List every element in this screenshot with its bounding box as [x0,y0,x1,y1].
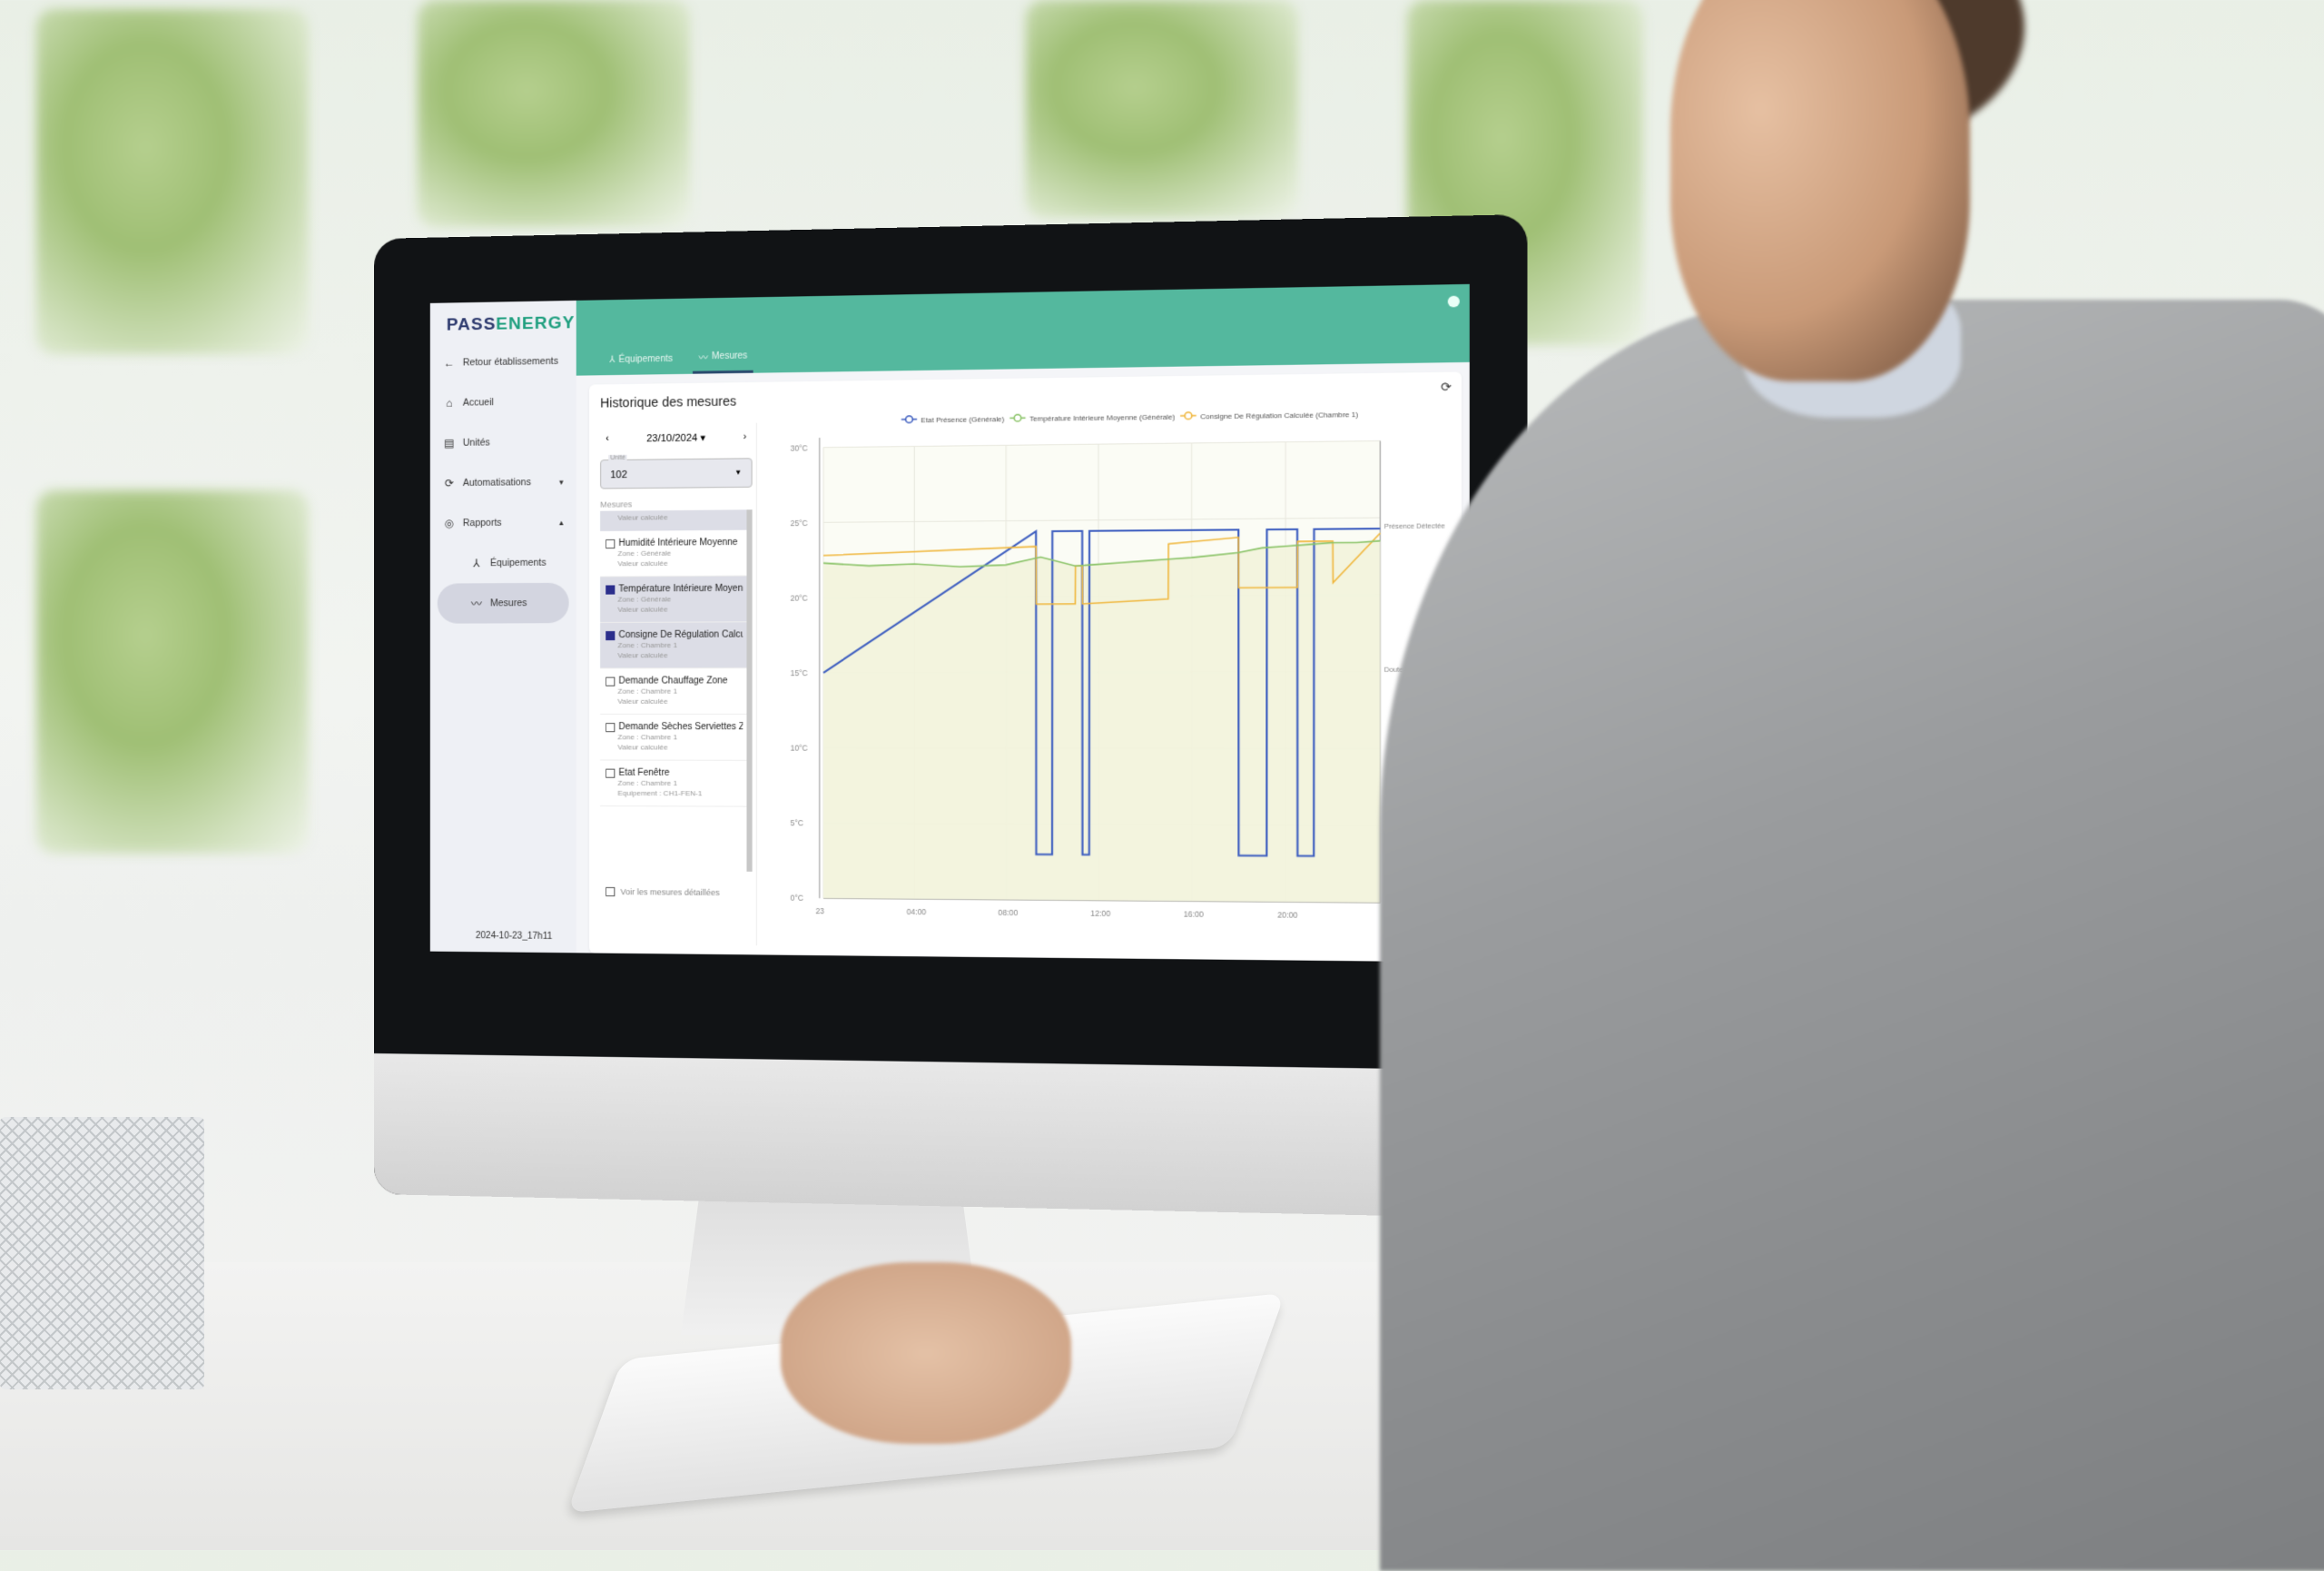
report-icon: ◎ [443,517,456,529]
x-tick-label: 20:00 [1277,911,1298,920]
person-body [1380,300,2324,1571]
filter-panel: ‹ 23/10/2024 ▾ › Unité 102 ▼ Mesures Val… [596,423,757,946]
equipment-icon: ⅄ [609,354,615,364]
legend-marker [1185,412,1192,420]
measures-chart: Etat Présence (Générale) Température Inté… [765,400,1452,953]
back-to-establishments[interactable]: ← Retour établissements [430,341,576,383]
chevron-up-icon[interactable]: ▴ [559,518,564,528]
monitor-chin [374,1053,1527,1219]
prev-day-button[interactable]: ‹ [606,433,609,444]
chart-line-icon: 〰 [470,596,483,611]
checkbox[interactable] [606,723,615,732]
top-bar: ⅄ Équipements 〰 Mesures [576,284,1470,376]
checkbox-checked[interactable] [606,585,615,594]
x-tick-label: 08:00 [999,908,1019,916]
legend-marker [1014,414,1021,421]
arrow-left-icon: ← [443,357,456,370]
history-card: Historique des mesures ⟳ ‹ 23/10/2024 ▾ … [589,371,1462,962]
checkbox[interactable] [606,887,615,896]
automation-icon: ⟳ [443,477,456,489]
list-item[interactable]: Demande Sèches Serviettes Z... Zone : Ch… [600,715,746,761]
list-item[interactable]: Température Intérieure Moyen... Zone : G… [600,576,746,622]
date-navigator: ‹ 23/10/2024 ▾ › [596,423,756,453]
hand [781,1262,1071,1444]
x-tick-label: 16:00 [1184,910,1205,919]
window-foliage-center [418,0,690,227]
list-item[interactable]: Humidité Intérieure Moyenne Zone : Génér… [600,530,746,578]
x-tick-label: 23 [815,907,824,915]
list-item-partial: Valeur calculée [600,509,746,531]
home-icon: ⌂ [443,397,456,410]
y-tick-label: 25°C [791,519,808,528]
clipboard-icon: ▤ [443,437,456,450]
chevron-down-icon[interactable]: ▾ [559,477,564,487]
main-content: ⅄ Équipements 〰 Mesures Historique des m… [576,284,1470,963]
measures-list[interactable]: Valeur calculée Humidité Intérieure Moye… [600,509,753,872]
detailed-measures-toggle[interactable]: Voir les mesures détaillées [596,871,756,898]
checkbox-checked[interactable] [606,630,615,639]
x-tick-label: 04:00 [907,908,927,916]
monitor: PASSENERGY ← Retour établissements ⌂ Acc… [374,214,1527,1219]
sidebar: PASSENERGY ← Retour établissements ⌂ Acc… [430,301,576,953]
legend-marker [906,416,913,423]
window-foliage-left-lower [36,490,309,854]
card-title: Historique des mesures [600,393,736,410]
list-item[interactable]: Etat Fenêtre Zone : Chambre 1 Equipement… [600,760,746,806]
sidebar-item-accueil[interactable]: ⌂ Accueil [430,381,576,423]
version-label: 2024-10-23_17h11 [476,931,552,942]
y-tick-label: 10°C [791,745,808,753]
legend-label: Consigne De Régulation Calculée (Chambre… [1200,410,1358,420]
chart-legend: Etat Présence (Générale) Température Inté… [901,410,1359,424]
list-item[interactable]: Demande Chauffage Zone Zone : Chambre 1 … [600,668,746,715]
y-tick-label: 15°C [791,669,808,677]
legend-label: Température Intérieure Moyenne (Générale… [1029,412,1176,422]
person-head [1670,0,1970,381]
window-foliage-left [36,9,309,354]
unit-select[interactable]: Unité 102 ▼ [600,458,753,489]
person [1362,0,2324,1550]
dropdown-arrow-icon: ▼ [734,469,742,477]
tab-equipements[interactable]: ⅄ Équipements [604,351,678,376]
logo: PASSENERGY [430,301,576,336]
tabs: ⅄ Équipements 〰 Mesures [604,349,753,375]
checkbox[interactable] [606,768,615,777]
sidebar-item-unites[interactable]: ▤ Unités [430,421,576,463]
y-tick-label: 0°C [791,894,803,903]
y-tick-label: 20°C [791,594,808,602]
legend-label: Etat Présence (Générale) [921,414,1004,423]
checkbox[interactable] [606,677,615,686]
mesures-label: Mesures [596,488,756,511]
equipment-icon: ⅄ [470,557,483,569]
checkbox[interactable] [606,538,615,548]
x-tick-label: 12:00 [1090,909,1110,918]
next-day-button[interactable]: › [743,431,747,442]
y-tick-label: 5°C [791,819,803,827]
y-tick-label: 30°C [791,444,808,452]
window-foliage-right [1026,0,1298,218]
sidebar-item-equipements[interactable]: ⅄ Équipements [430,542,576,583]
pencil-cup [0,1117,204,1389]
sidebar-item-automatisations[interactable]: ⟳ Automatisations ▾ [430,461,576,503]
sidebar-item-mesures[interactable]: 〰 Mesures [438,583,569,624]
list-item[interactable]: Consigne De Régulation Calcul... Zone : … [600,622,746,668]
chart-line-icon: 〰 [699,350,708,363]
sidebar-item-rapports[interactable]: ◎ Rapports ▴ [430,502,576,544]
tab-mesures[interactable]: 〰 Mesures [693,349,753,373]
screen: PASSENERGY ← Retour établissements ⌂ Acc… [430,284,1470,963]
date-picker[interactable]: 23/10/2024 ▾ [646,431,705,444]
chart-area: Etat Présence (Générale) Température Inté… [765,400,1452,953]
